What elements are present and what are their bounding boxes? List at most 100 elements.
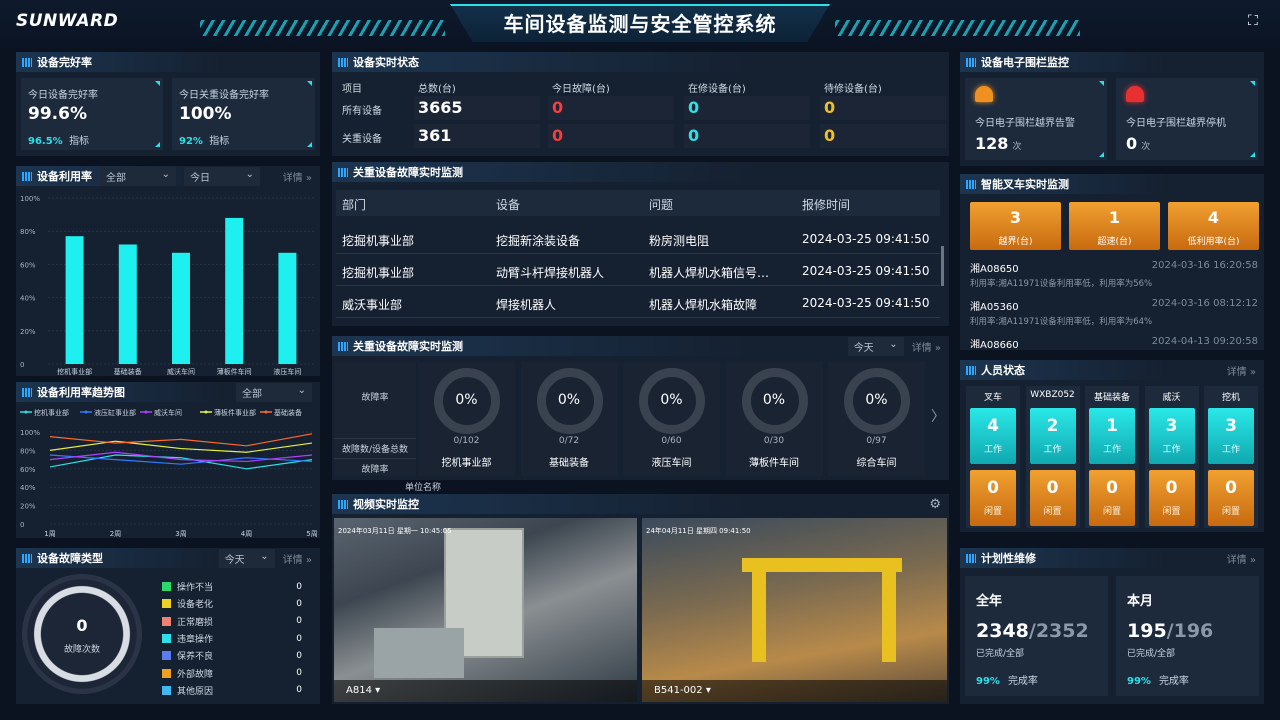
camera-feed-1[interactable]: 2024年03月11日 星期一 10:45:05 A814 ▾ [334, 518, 637, 702]
more-label: 详情 [911, 342, 932, 354]
settings-gear-icon[interactable]: ⚙ [929, 497, 941, 512]
filter-value: 今天 [224, 554, 245, 566]
y-tick-label: 0 [20, 521, 24, 529]
completeness-panel: 设备完好率 今日设备完好率 99.6% 96.5% 指标 今日关重设备完好率 1… [16, 52, 320, 156]
fence-unit: 次 [1141, 142, 1151, 152]
staff-idle-box[interactable]: 0 闲置 [1208, 470, 1254, 526]
fault-type-item: 保养不良 0 [162, 647, 302, 664]
staff-column: 叉车 4 工作 0 闲置 [966, 386, 1020, 528]
forklift-stat[interactable]: 4 低利用率(台) [1168, 202, 1259, 250]
double-chevron-right-icon: » [1249, 366, 1256, 378]
fault-rate-more-link[interactable]: 详情 » [912, 339, 941, 354]
maintenance-more-link[interactable]: 详情 » [1227, 551, 1256, 566]
trend-filter[interactable]: 全部 ⌄ [236, 382, 312, 402]
fault-type-value: 0 [296, 598, 302, 609]
machine-base-shape [374, 628, 464, 678]
table-row[interactable]: 挖掘机事业部 动臂斗杆焊接机器人 机器人焊机水箱信号… 2024-03-25 09:4… [336, 256, 940, 286]
filter-value: 今日 [190, 172, 210, 184]
chevron-right-icon[interactable]: 〉 [931, 406, 945, 426]
cell-value: 0 [824, 98, 836, 117]
fault-monitor-table: 部门 设备 问题 报修时间 挖掘机事业部 挖掘新涂装设备 粉房测电阻 2024-03-25 0… [336, 190, 944, 320]
staff-idle-box[interactable]: 0 闲置 [1148, 470, 1195, 526]
utilization-bar-chart: 100% 80% 60% 40% 20% 0 挖机事业部 基础装备 威沃车间 薄板件车间 液压车间 [20, 195, 314, 376]
work-label: 工作 [1162, 445, 1181, 455]
staff-idle-box[interactable]: 0 闲置 [970, 470, 1016, 526]
fault-type-label: 违章操作 [177, 635, 214, 646]
staff-work-box[interactable]: 4 工作 [970, 408, 1016, 464]
table-row[interactable]: 威沃事业部 焊接机器人 机器人焊机水箱故障 2024-03-25 09:41:50 [336, 288, 940, 318]
work-count: 3 [1225, 416, 1237, 436]
fullscreen-icon[interactable]: ⛶ [1248, 14, 1262, 28]
maintenance-panel: 计划性维修 详情 » 全年 2348/2352 已完成/全部 99% 完成率 本月 195/… [960, 548, 1264, 704]
fault-type-filter[interactable]: 今天 ⌄ [218, 548, 275, 568]
panel-icon [338, 499, 348, 509]
fence-card: 今日电子围栏越界告警 128 次 [965, 78, 1107, 160]
event-time: 2024-03-16 16:20:58 [1151, 260, 1258, 271]
caret-down-icon[interactable]: ▾ [706, 685, 711, 696]
panel-icon [22, 171, 32, 181]
y-tick-label: 60% [20, 466, 36, 474]
legend-swatch [162, 616, 171, 626]
unit-name: 基础装备 [549, 458, 589, 469]
idle-label: 闲置 [1043, 507, 1062, 517]
scrollbar[interactable] [941, 246, 944, 286]
forklift-event[interactable]: 湘A08650 2024-03-16 16:20:58 利用率:湘A11971设备利… [970, 258, 1258, 294]
staff-idle-box[interactable]: 0 闲置 [1089, 470, 1135, 526]
utilization-filter-date[interactable]: 今日 ⌄ [184, 166, 260, 186]
caret-down-icon[interactable]: ▾ [375, 685, 380, 696]
fault-rate-units: 0% 0/102 挖机事业部 0% 0/72 基础装备 0% 0/60 液压车间 0% 0/30 薄板… [418, 362, 928, 476]
stat-value: 1 [1108, 208, 1121, 227]
fault-type-value: 0 [296, 616, 302, 627]
idle-count: 0 [1225, 478, 1237, 498]
forklift-stat[interactable]: 1 超速(台) [1069, 202, 1160, 250]
staff-group-name: 挖机 [1221, 393, 1240, 403]
panel-icon [22, 57, 32, 67]
idle-label: 闲置 [1221, 507, 1240, 517]
camera-feed-2[interactable]: 24年04月11日 星期四 09:41:50 B541-002 ▾ [642, 518, 947, 702]
staff-work-box[interactable]: 1 工作 [1089, 408, 1135, 464]
fault-type-value: 0 [296, 650, 302, 661]
fault-count: 0 [76, 616, 88, 635]
series-line [49, 454, 313, 470]
fault-rate-filter[interactable]: 今天 ⌄ [847, 336, 904, 356]
done-count: 195 [1127, 620, 1167, 642]
table-cell: 威沃事业部 [342, 298, 403, 312]
staff-work-box[interactable]: 3 工作 [1148, 408, 1195, 464]
maintenance-card: 本月 195/196 已完成/全部 99% 完成率 [1116, 576, 1259, 696]
staff-idle-box[interactable]: 0 闲置 [1029, 470, 1076, 526]
maintenance-card: 全年 2348/2352 已完成/全部 99% 完成率 [965, 576, 1108, 696]
total-count: /196 [1166, 620, 1214, 642]
fault-rate-footer: 单位名称 [405, 483, 442, 493]
utilization-more-link[interactable]: 详情 » [283, 169, 312, 184]
rate-ratio: 0/30 [763, 436, 785, 446]
utilization-panel: 设备利用率 全部 ⌄ 今日 ⌄ 详情 » 100% 80% 60% 40% 20% 0 挖机事业… [16, 166, 320, 376]
staff-work-box[interactable]: 2 工作 [1029, 408, 1076, 464]
fault-type-more-link[interactable]: 详情 » [283, 551, 312, 566]
table-row[interactable]: 挖掘机事业部 挖掘新涂装设备 粉房测电阻 2024-03-25 09:41:50 [336, 224, 940, 254]
staff-group-name: 基础装备 [1093, 393, 1130, 403]
staff-work-box[interactable]: 3 工作 [1208, 408, 1254, 464]
period: 全年 [976, 594, 1003, 609]
legend-marker [204, 410, 208, 414]
utilization-filter-dept[interactable]: 全部 ⌄ [100, 166, 176, 186]
staff-more-link[interactable]: 详情 » [1227, 363, 1256, 378]
forklift-title: 智能叉车实时监测 [981, 178, 1069, 191]
y-tick-label: 80% [20, 228, 36, 236]
card-note: 指标 [69, 136, 90, 147]
panel-icon [22, 553, 32, 563]
work-count: 3 [1165, 416, 1178, 436]
forklift-event[interactable]: 湘A05360 2024-03-16 08:12:12 利用率:湘A11971设备利… [970, 296, 1258, 332]
gantry-leg-shape [752, 572, 766, 662]
column-header: 总数(台) [418, 84, 456, 95]
forklift-stat[interactable]: 3 越界(台) [970, 202, 1061, 250]
cell-fault: 0 [548, 96, 674, 120]
forklift-event[interactable]: 湘A08660 2024-04-13 09:20:58 [970, 334, 1258, 348]
camera-name: B541-002 [654, 685, 703, 696]
period: 本月 [1127, 594, 1154, 609]
card-value: 99.6% [28, 104, 87, 124]
chevron-down-icon: ⌄ [297, 384, 306, 396]
x-tick-label: 4周 [241, 530, 252, 538]
y-tick-label: 40% [20, 295, 36, 303]
work-count: 1 [1106, 416, 1118, 436]
y-tick-label: 60% [20, 261, 36, 269]
